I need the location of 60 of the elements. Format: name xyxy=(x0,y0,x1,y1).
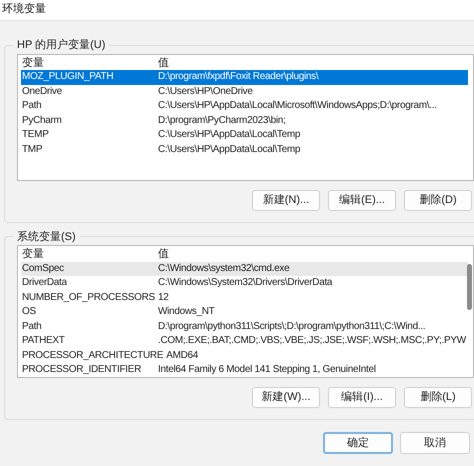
list-row[interactable]: NUMBER_OF_PROCESSORS 12 xyxy=(21,290,468,305)
variable-name: Path xyxy=(21,320,42,334)
group-label: 系统变量(S) xyxy=(16,230,77,244)
variable-value: C:\Users\HP\AppData\Local\Microsoft\WindowsApps;D:\program\... xyxy=(158,99,437,113)
variable-name: OS xyxy=(21,305,37,319)
variable-name: DriverData xyxy=(21,276,68,290)
list-row[interactable]: MOZ_PLUGIN_PATH D:\program\fxpdf\Foxit Reader\plugins\ xyxy=(21,70,468,84)
variable-name: PROCESSOR_ARCHITECTURE xyxy=(21,348,164,362)
list-row[interactable]: PyCharm D:\program\PyCharm2023\bin; xyxy=(21,114,468,128)
variable-name: ComSpec xyxy=(21,262,65,276)
variable-value: .COM;.EXE;.BAT;.CMD;.VBS;.VBE;.JS;.JSE;.WSF;.WSH;.MSC;.PY;.PYW xyxy=(158,334,466,348)
dialog-button[interactable]: 确定 xyxy=(323,432,393,454)
list-row[interactable]: DriverData C:\Windows\System32\Drivers\DriverData xyxy=(21,276,468,290)
list-row[interactable]: PROCESSOR_IDENTIFIER Intel64 Family 6 Model 141 Stepping 1, GenuineIntel xyxy=(21,363,468,377)
action-button[interactable]: 新建(W)... xyxy=(252,387,320,408)
variable-value: Intel64 Family 6 Model 141 Stepping 1, GenuineIntel xyxy=(158,363,376,377)
variable-name: TMP xyxy=(21,142,44,156)
list-row[interactable]: OneDrive C:\Users\HP\OneDrive xyxy=(21,84,468,99)
group-label: HP 的用户变量(U) xyxy=(16,38,106,53)
variable-name: Path xyxy=(21,99,42,113)
list-row[interactable]: TMP C:\Users\HP\AppData\Local\Temp xyxy=(21,142,468,157)
variable-name: PATHEXT xyxy=(21,334,66,348)
column-header[interactable]: 值 xyxy=(158,56,468,70)
action-button[interactable]: 编辑(E)... xyxy=(328,190,396,210)
scrollbar-thumb[interactable] xyxy=(467,264,472,310)
list-row[interactable]: PATHEXT .COM;.EXE;.BAT;.CMD;.VBS;.VBE;.JS;.JSE;.WSF;.WSH;.MSC;.PY;.PYW xyxy=(21,334,468,348)
list-row[interactable]: ComSpec C:\Windows\system32\cmd.exe xyxy=(21,262,468,276)
column-header[interactable]: 值 xyxy=(158,247,468,262)
variable-value: D:\program\PyCharm2023\bin; xyxy=(158,114,286,128)
dialog-button[interactable]: 取消 xyxy=(400,432,470,454)
action-button[interactable]: 新建(N)... xyxy=(252,190,320,210)
variable-value: Windows_NT xyxy=(158,305,214,319)
variable-name: NUMBER_OF_PROCESSORS xyxy=(21,290,156,304)
variable-list[interactable] xyxy=(17,245,474,378)
action-button[interactable]: 删除(D) xyxy=(404,190,472,210)
list-row[interactable]: Path D:\program\python311\Scripts\;D:\program\python311\;C:\Wind... xyxy=(21,320,468,334)
variable-value: C:\Users\HP\OneDrive xyxy=(158,84,253,98)
variable-name: TEMP xyxy=(21,128,50,142)
variable-value: D:\program\python311\Scripts\;D:\program\python311\;C:\Wind... xyxy=(158,320,426,334)
variable-value: C:\Windows\system32\cmd.exe xyxy=(158,262,290,276)
list-row[interactable]: TEMP C:\Users\HP\AppData\Local\Temp xyxy=(21,128,468,142)
variable-value: D:\program\fxpdf\Foxit Reader\plugins\ xyxy=(158,70,318,84)
column-header[interactable]: 变量 xyxy=(21,247,158,262)
column-header[interactable]: 变量 xyxy=(21,56,158,70)
variable-name: OneDrive xyxy=(21,84,63,98)
list-row[interactable]: OS Windows_NT xyxy=(21,305,468,320)
list-row[interactable]: Path C:\Users\HP\AppData\Local\Microsoft\WindowsApps;D:\program\... xyxy=(21,99,468,114)
variable-value: C:\Users\HP\AppData\Local\Temp xyxy=(158,142,300,156)
window-title: 环境变量 xyxy=(1,2,47,17)
variable-value: C:\Windows\System32\Drivers\DriverData xyxy=(158,276,332,290)
variable-value: C:\Users\HP\AppData\Local\Temp xyxy=(158,128,300,142)
variable-value: AMD64 xyxy=(166,348,198,362)
variable-value: 12 xyxy=(158,290,169,304)
variable-list[interactable] xyxy=(17,54,474,180)
variable-name: PROCESSOR_IDENTIFIER xyxy=(21,363,142,377)
list-row[interactable]: PROCESSOR_ARCHITECTURE AMD64 xyxy=(21,348,468,363)
variable-name: PyCharm xyxy=(21,114,63,128)
action-button[interactable]: 删除(L) xyxy=(404,387,472,408)
action-button[interactable]: 编辑(I)... xyxy=(328,387,396,408)
variable-name: MOZ_PLUGIN_PATH xyxy=(21,70,114,84)
